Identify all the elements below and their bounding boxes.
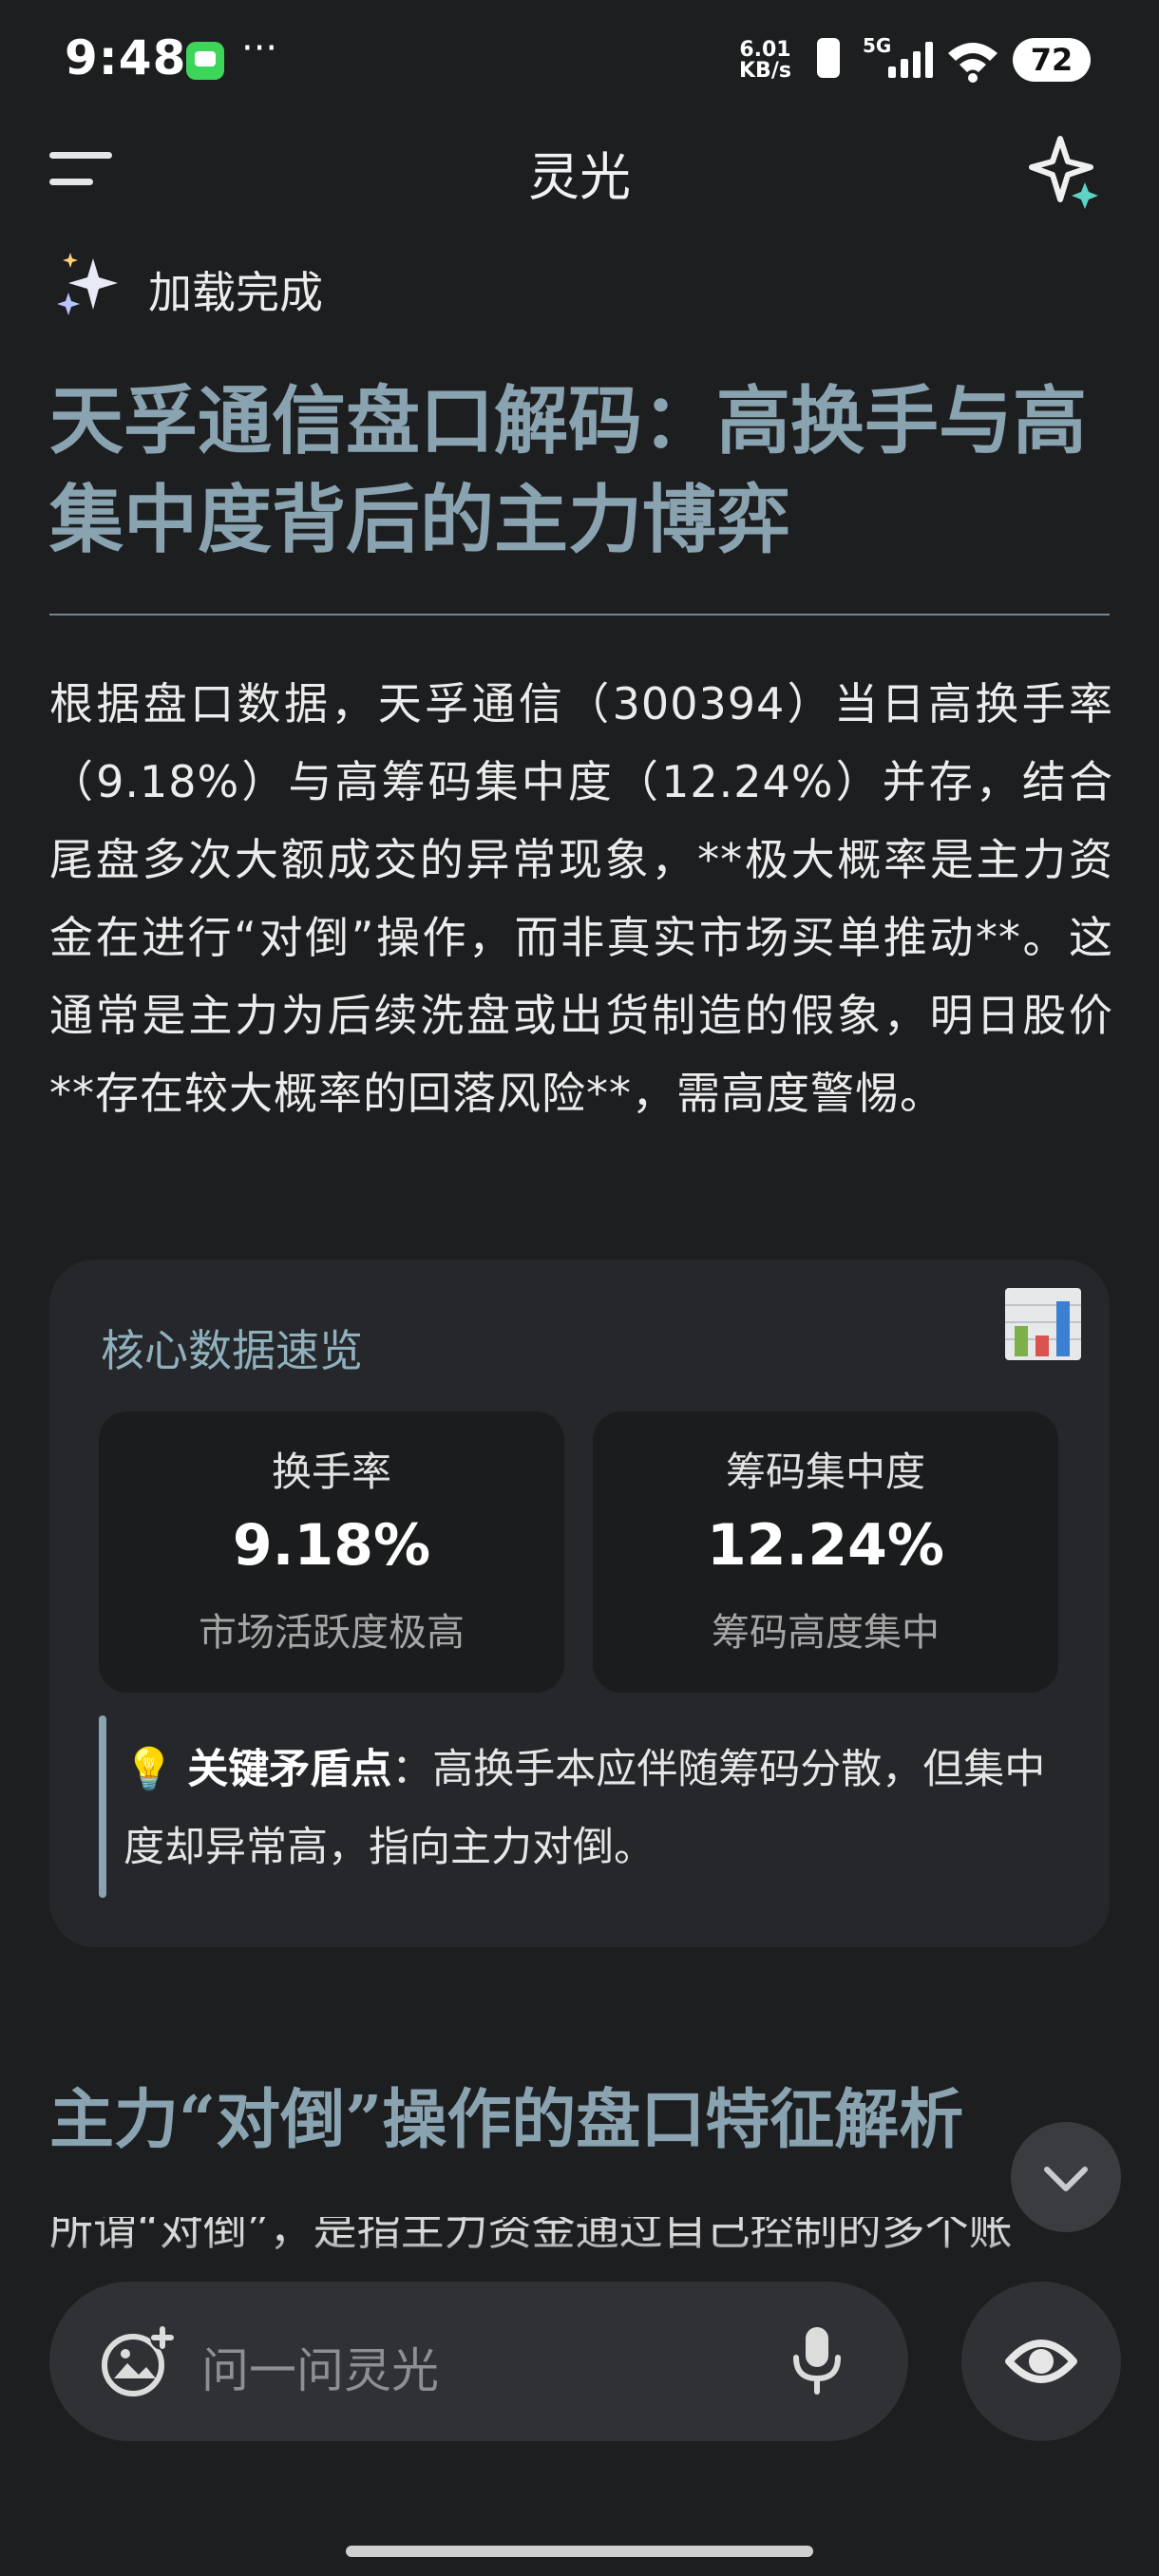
app-title: 灵光 — [528, 147, 631, 207]
stat-value: 9.18% — [232, 1512, 431, 1579]
stat-turnover: 换手率 9.18% 市场活跃度极高 — [99, 1411, 564, 1693]
wifi-icon — [948, 43, 998, 83]
stat-note: 筹码高度集中 — [712, 1611, 940, 1655]
microphone-icon[interactable] — [779, 2321, 855, 2397]
status-time: 9:48 — [65, 30, 187, 85]
article-headline: 天孚通信盘口解码：高换手与高集中度背后的主力博弈 — [49, 378, 1088, 563]
network-speed-unit: KB/s — [739, 59, 791, 83]
vision-button[interactable] — [961, 2282, 1121, 2441]
key-point-note: 💡 关键矛盾点：高换手本应伴随筹码分散，但集中度却异常高，指向主力对倒。 — [124, 1731, 1054, 1886]
sparkle-icon[interactable] — [1026, 133, 1102, 209]
vibrate-icon — [817, 38, 840, 78]
sparkles-icon — [57, 253, 118, 315]
bar-chart-icon — [1005, 1288, 1081, 1360]
network-speed: 6.01 KB/s — [739, 40, 791, 82]
loaded-status: 加载完成 — [148, 267, 323, 318]
home-indicator[interactable] — [346, 2546, 813, 2557]
network-type: 5G — [863, 34, 892, 57]
network-speed-value: 6.01 — [739, 38, 791, 62]
stat-label: 筹码集中度 — [725, 1449, 925, 1495]
key-point-accent-bar — [99, 1715, 106, 1898]
section-heading: 主力“对倒”操作的盘口特征解析 — [49, 2082, 964, 2158]
add-image-icon[interactable] — [99, 2323, 175, 2399]
stat-note: 市场活跃度极高 — [199, 1611, 465, 1655]
stat-value: 12.24% — [707, 1512, 944, 1579]
message-notification-icon — [186, 42, 224, 80]
battery-indicator: 72 — [1013, 38, 1091, 82]
signal-icon — [888, 42, 934, 78]
stat-label: 换手率 — [271, 1449, 391, 1495]
more-notifications-icon: ··· — [241, 27, 278, 70]
eye-icon — [1005, 2339, 1077, 2383]
chevron-down-icon — [1044, 2167, 1088, 2191]
card-title: 核心数据速览 — [101, 1325, 363, 1376]
stat-concentration: 筹码集中度 12.24% 筹码高度集中 — [593, 1411, 1058, 1693]
scroll-down-button[interactable] — [1011, 2122, 1121, 2232]
article-intro: 根据盘口数据，天孚通信（300394）当日高换手率（9.18%）与高筹码集中度（… — [49, 678, 1113, 1119]
headline-divider — [49, 614, 1110, 616]
ask-input-placeholder: 问一问灵光 — [201, 2343, 439, 2398]
fade-overlay — [0, 2238, 1159, 2276]
lightbulb-icon: 💡 — [124, 1746, 175, 1793]
key-point-label: 关键矛盾点 — [187, 1746, 392, 1793]
